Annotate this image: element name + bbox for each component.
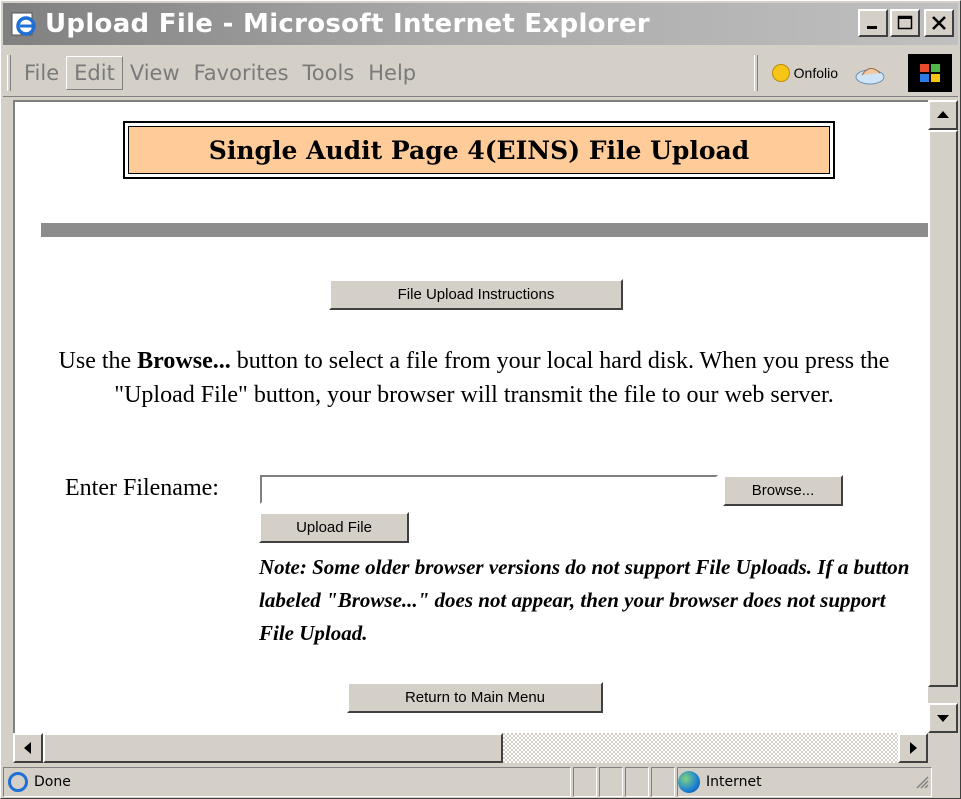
- filename-input[interactable]: [260, 475, 718, 504]
- status-text: Done: [34, 774, 71, 790]
- security-zone[interactable]: Internet: [677, 767, 932, 797]
- status-bar: Done Internet: [3, 767, 958, 797]
- banner-box: Single Audit Page 4(EINS) File Upload: [128, 126, 830, 174]
- scroll-up-button[interactable]: [928, 100, 958, 130]
- hand-pointer-icon[interactable]: [852, 59, 888, 87]
- onfolio-icon: [771, 64, 790, 82]
- status-main: Done: [3, 767, 571, 797]
- page-content: Single Audit Page 4(EINS) File Upload Fi…: [13, 100, 928, 733]
- close-button[interactable]: [924, 9, 954, 37]
- menu-tools[interactable]: Tools: [296, 57, 362, 89]
- zone-label: Internet: [706, 774, 762, 790]
- status-pane: [573, 767, 597, 797]
- minimize-icon: [867, 26, 877, 29]
- page-done-icon: [8, 772, 28, 792]
- toolbar-grip[interactable]: [753, 55, 758, 91]
- menu-file[interactable]: File: [17, 57, 66, 89]
- onfolio-button[interactable]: Onfolio: [771, 64, 838, 82]
- scroll-left-button[interactable]: [13, 733, 43, 763]
- menu-view[interactable]: View: [123, 57, 187, 89]
- scroll-down-button[interactable]: [928, 703, 958, 733]
- para-browse-bold: Browse...: [137, 348, 231, 374]
- menu-favorites[interactable]: Favorites: [187, 57, 296, 89]
- close-icon: [932, 16, 946, 30]
- vertical-scrollbar[interactable]: [928, 100, 958, 733]
- windows-logo-icon: [908, 54, 952, 92]
- scroll-right-button[interactable]: [898, 733, 928, 763]
- browser-support-note: Note: Some older browser versions do not…: [259, 555, 910, 645]
- vertical-scroll-thumb[interactable]: [928, 130, 958, 687]
- maximize-button[interactable]: [890, 9, 920, 37]
- caption-buttons: [856, 9, 954, 37]
- horizontal-scrollbar[interactable]: [13, 733, 928, 763]
- upload-file-button[interactable]: Upload File: [259, 512, 409, 543]
- arrow-up-icon: [937, 111, 949, 118]
- ie-logo-icon: [9, 9, 39, 39]
- maximize-icon: [897, 15, 913, 30]
- filename-label: Enter Filename:: [65, 475, 219, 501]
- menu-edit[interactable]: Edit: [66, 55, 123, 90]
- return-to-main-menu-button[interactable]: Return to Main Menu: [347, 682, 603, 713]
- status-pane: [625, 767, 649, 797]
- para-text-start: Use the: [58, 348, 138, 374]
- onfolio-label: Onfolio: [793, 65, 838, 81]
- menu-right-tools: Onfolio: [750, 53, 952, 93]
- page-title: Single Audit Page 4(EINS) File Upload: [208, 135, 750, 165]
- title-bar[interactable]: Upload File - Microsoft Internet Explore…: [3, 3, 958, 45]
- arrow-down-icon: [937, 715, 949, 722]
- browser-window: Upload File - Microsoft Internet Explore…: [0, 0, 961, 799]
- status-pane: [651, 767, 675, 797]
- browse-button[interactable]: Browse...: [723, 475, 843, 506]
- arrow-right-icon: [910, 742, 917, 754]
- minimize-button[interactable]: [858, 9, 888, 37]
- internet-globe-icon: [678, 771, 700, 793]
- resize-grip-icon[interactable]: [915, 775, 929, 789]
- menu-bar: File Edit View Favorites Tools Help Onfo…: [3, 49, 958, 97]
- menu-help[interactable]: Help: [361, 57, 423, 89]
- para-text-end: button to select a file from your local …: [114, 348, 890, 408]
- status-pane: [599, 767, 623, 797]
- toolbar-grip[interactable]: [7, 54, 11, 91]
- horizontal-scroll-thumb[interactable]: [43, 733, 503, 763]
- arrow-left-icon: [24, 742, 31, 754]
- page-banner: Single Audit Page 4(EINS) File Upload: [123, 121, 835, 179]
- file-upload-instructions-button[interactable]: File Upload Instructions: [329, 279, 623, 310]
- instructions-paragraph: Use the Browse... button to select a fil…: [39, 344, 909, 412]
- window-title: Upload File - Microsoft Internet Explore…: [45, 9, 651, 39]
- horizontal-rule: [41, 223, 928, 237]
- scroll-corner: [928, 733, 958, 763]
